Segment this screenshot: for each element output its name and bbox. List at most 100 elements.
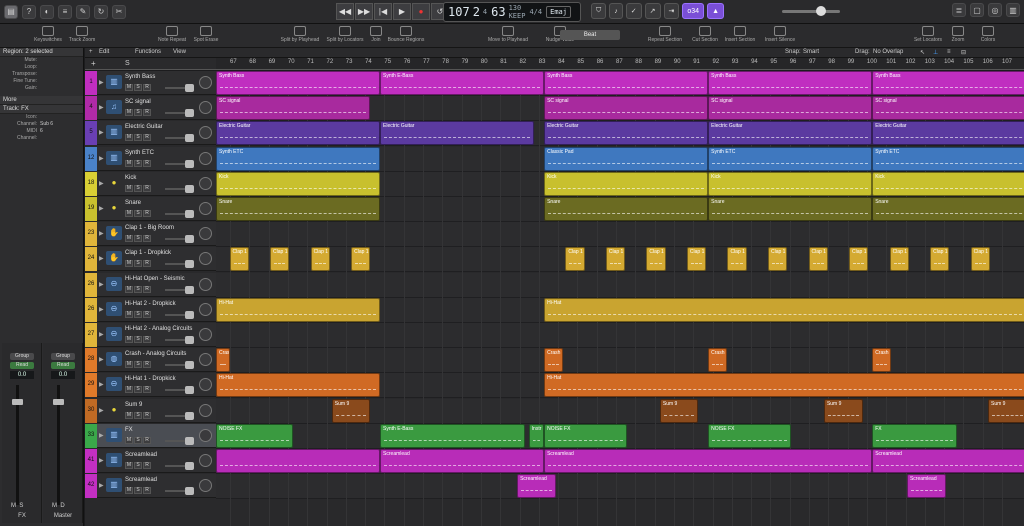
disclosure-triangle-icon[interactable]: ▶ [99,255,104,262]
cycle-loop-icon[interactable]: ↻ [94,4,108,19]
track-volume-knob[interactable] [185,285,194,294]
play-icon[interactable]: ▶ [393,3,411,20]
fast-forward-icon[interactable]: ▶▶ [355,3,373,20]
region[interactable]: Sum 9 [823,398,863,423]
pan-knob[interactable] [199,151,212,165]
region[interactable]: Synth E-Bass [380,71,545,95]
pointer-tool-icon[interactable]: ↖ [920,49,925,56]
region[interactable]: Clap 1 [889,247,909,272]
disclosure-triangle-icon[interactable]: ▶ [99,482,104,489]
precount-icon[interactable]: ↗ [644,3,661,19]
region[interactable]: Crash [544,348,564,373]
track-name[interactable]: Kick [125,175,136,181]
inspector-row[interactable]: Mute: [0,57,83,64]
track-r-button[interactable]: R [143,260,151,268]
functions-menu[interactable]: Functions [135,49,161,55]
track-volume-knob[interactable] [185,159,194,168]
region[interactable]: Kick [544,171,709,196]
region[interactable]: Sum 9 [988,398,1024,423]
track-s-button[interactable]: S [134,336,142,343]
region[interactable]: Crash [708,348,728,373]
track-header[interactable]: 4 ▶ ♫ SC signal M S R [85,96,216,121]
track-r-button[interactable]: R [143,310,151,318]
disclosure-triangle-icon[interactable]: ▶ [99,129,104,136]
track-name[interactable]: Crash - Analog Circuits [125,351,186,357]
track-s-button[interactable]: S [134,487,142,495]
track-r-button[interactable]: R [143,411,151,419]
group-slot[interactable]: Group [51,353,75,360]
track-r-button[interactable]: R [143,134,151,142]
track-m-button[interactable]: M [125,159,133,167]
region[interactable]: Hi-Hat [216,373,381,398]
inspector-row[interactable]: Transpose: [0,71,83,78]
region[interactable]: NOISE FX [216,423,294,448]
inspector-row[interactable]: Icon: [0,114,83,121]
track-s-button[interactable]: S [134,109,142,117]
view-menu[interactable]: View [173,49,186,55]
track-header[interactable]: 33 ▶ ▥ FX M S R [85,423,216,448]
track-s-button[interactable]: S [134,235,142,243]
region[interactable]: Clap 1 [970,247,990,272]
library-icon[interactable]: ▤ [4,4,18,19]
track-r-button[interactable]: R [143,210,151,217]
track-header[interactable]: 41 ▶ ▥ Screamlead M S R [85,449,216,473]
track-m-button[interactable]: M [125,411,133,419]
tool-colors[interactable]: Colors [958,26,1018,43]
lcd-display[interactable]: 107 2 4 63 130 KEEP 4/4 Emaj [443,2,581,22]
track-volume-knob[interactable] [185,235,194,244]
track-r-button[interactable]: R [143,159,151,167]
pan-knob[interactable] [199,277,212,291]
region[interactable]: Synth ETC [872,146,1024,171]
autopunch-icon[interactable]: ⇥ [663,3,680,19]
region[interactable]: SC signal [708,96,873,121]
track-volume-knob[interactable] [185,436,194,445]
track-r-button[interactable]: R [143,235,151,243]
pan-knob[interactable] [199,76,212,89]
region[interactable]: Sum 9 [331,398,371,423]
region[interactable]: Screamlead [517,474,556,499]
region[interactable]: Synth ETC [216,146,381,171]
pan-knob[interactable] [199,126,212,140]
track-header[interactable]: 18 ▶ ● Kick M S R [85,171,216,196]
track-volume-knob[interactable] [185,260,194,269]
region[interactable]: Electric Guitar [544,121,709,146]
disclosure-triangle-icon[interactable]: ▶ [99,407,104,414]
fader-cap[interactable] [53,399,64,405]
track-name[interactable]: Hi-Hat 1 - Dropkick [125,376,176,382]
group-slot[interactable]: Group [10,353,34,360]
nudge-value-select[interactable]: Beat [560,30,620,40]
track-name[interactable]: Sum 9 [125,402,142,408]
region[interactable]: Clap 1 [808,247,828,272]
notepad-icon[interactable]: ▢ [970,3,984,17]
track-m-button[interactable]: M [125,310,133,318]
mute-dim-buttons[interactable]: M D [52,503,65,509]
track-volume-knob[interactable] [185,361,194,370]
track-m-button[interactable]: M [125,260,133,268]
track-s-button[interactable]: S [134,285,142,293]
track-m-button[interactable]: M [125,386,133,394]
region[interactable]: Screamlead [544,449,873,473]
volume-readout[interactable]: 0.0 [10,371,34,379]
tool-move-to-playhead[interactable]: Move to Playhead [478,26,538,43]
track-volume-knob[interactable] [185,84,194,92]
snap-select[interactable]: Smart [803,49,819,55]
edit-menu[interactable]: Edit [99,49,109,55]
track-s-button[interactable]: S [134,386,142,394]
track-name[interactable]: SC signal [125,99,151,105]
region[interactable]: Clap 1 [930,247,950,272]
region[interactable]: NOISE FX [544,423,628,448]
track-s-button[interactable]: S [134,84,142,91]
track-name[interactable]: Hi-Hat 2 - Dropkick [125,301,176,307]
track-volume-knob[interactable] [185,184,194,193]
track-name[interactable]: Clap 1 - Dropkick [125,250,171,256]
region[interactable] [216,449,381,473]
track-header[interactable]: 19 ▶ ● Snare M S R [85,197,216,221]
region[interactable]: Electric Guitar [216,121,381,146]
disclosure-triangle-icon[interactable]: ▶ [99,356,104,363]
pan-knob[interactable] [199,202,212,215]
add-tracks-icon[interactable]: + [91,59,96,68]
track-volume-knob[interactable] [185,487,194,496]
track-inspector-header[interactable]: Track: FX [0,105,83,114]
track-r-button[interactable]: R [143,386,151,394]
track-r-button[interactable]: R [143,285,151,293]
